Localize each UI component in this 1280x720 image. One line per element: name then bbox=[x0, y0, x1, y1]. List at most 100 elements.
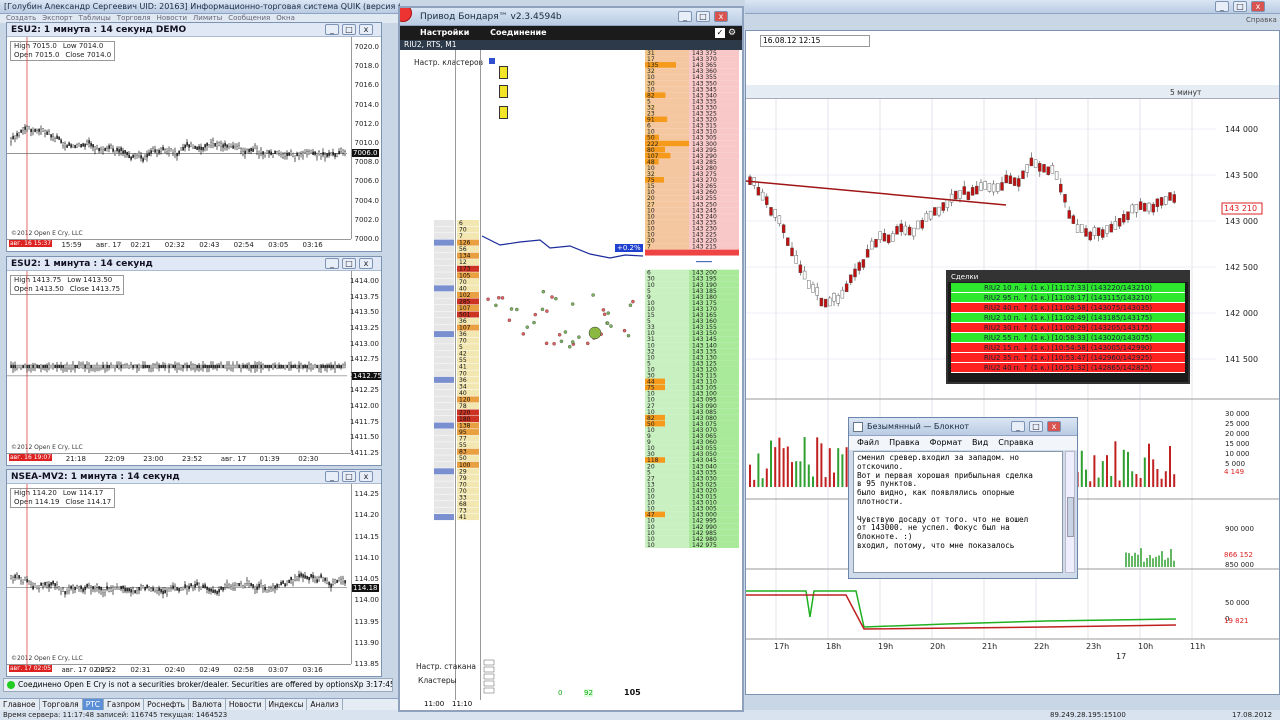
candle-body bbox=[98, 364, 100, 369]
cluster-left-cell bbox=[434, 220, 454, 227]
main-menu-item[interactable]: Таблицы bbox=[79, 14, 111, 22]
candle-body bbox=[66, 364, 68, 369]
candle-body bbox=[90, 587, 92, 591]
main-menu-item[interactable]: Создать bbox=[6, 14, 36, 22]
ask-size-cell bbox=[645, 243, 689, 250]
chart-minimize[interactable]: _ bbox=[325, 258, 339, 269]
candle-body bbox=[328, 364, 330, 369]
chart-maximize[interactable]: □ bbox=[342, 258, 356, 269]
date-box[interactable]: 16.08.12 12:15 bbox=[760, 35, 870, 47]
notepad-menu-item[interactable]: Вид bbox=[972, 438, 988, 447]
deal-row[interactable]: RIU2 10 п. ↓ (1 к.) [11:02:49] (143185/1… bbox=[951, 313, 1185, 323]
candle-body bbox=[878, 231, 882, 240]
candle-body bbox=[172, 585, 174, 589]
ladder-close[interactable]: x bbox=[714, 11, 728, 22]
notepad-scroll-thumb[interactable] bbox=[1067, 497, 1074, 537]
candle-body bbox=[266, 364, 268, 369]
chart-close[interactable]: x bbox=[359, 471, 373, 482]
candle-body bbox=[54, 138, 56, 142]
deal-row[interactable]: RIU2 15 п. ↓ (1 к.) [10:54:58] (143005/1… bbox=[951, 343, 1185, 353]
stakan-settings-label[interactable]: Настр. стакана bbox=[416, 662, 476, 671]
candle-body bbox=[242, 151, 244, 155]
notepad-menu-item[interactable]: Справка bbox=[998, 438, 1033, 447]
chart-minimize[interactable]: _ bbox=[325, 471, 339, 482]
candle-body bbox=[180, 364, 182, 369]
candle-body bbox=[180, 587, 182, 591]
candle-body bbox=[116, 147, 118, 152]
main-menu-item[interactable]: Окна bbox=[276, 14, 295, 22]
clusters-label[interactable]: Кластеры bbox=[418, 676, 457, 685]
main-menu-item[interactable]: Лимиты bbox=[193, 14, 222, 22]
candle-body bbox=[342, 578, 344, 582]
notepad-minimize[interactable]: _ bbox=[1011, 421, 1025, 432]
notepad-menu-item[interactable]: Формат bbox=[930, 438, 962, 447]
bid-price: 142 975 bbox=[692, 542, 717, 549]
candle-body bbox=[773, 209, 777, 218]
x-tick-label: 02:22 bbox=[95, 666, 117, 674]
notepad-close[interactable]: x bbox=[1047, 421, 1061, 432]
maximize-button[interactable]: □ bbox=[1233, 1, 1247, 12]
ladder-maximize[interactable]: □ bbox=[696, 11, 710, 22]
candle-body bbox=[160, 148, 162, 152]
ladder-check-icon[interactable]: ✓ bbox=[715, 28, 725, 38]
deal-row[interactable]: RIU2 35 п. ↑ (1 к.) [10:53:47] (142960/1… bbox=[951, 353, 1185, 363]
candle-body bbox=[200, 586, 202, 590]
cursor-time-label: авг. 16 19:07 bbox=[9, 454, 53, 461]
candle-body bbox=[300, 573, 302, 577]
deal-row[interactable]: RIU2 55 п. ↑ (1 к.) [10:58:33] (143020/1… bbox=[951, 333, 1185, 343]
cluster-left-cell bbox=[434, 357, 454, 364]
main-menu-item[interactable]: Торговля bbox=[117, 14, 151, 22]
candle-body bbox=[62, 142, 64, 146]
deal-row[interactable]: RIU2 95 п. ↑ (1 к.) [11:08:17] (143115/1… bbox=[951, 293, 1185, 303]
candle-body bbox=[272, 585, 274, 590]
chart-close[interactable]: x bbox=[359, 258, 373, 269]
candle-body bbox=[302, 152, 304, 156]
candle-body bbox=[42, 128, 44, 132]
candle-body bbox=[34, 583, 36, 587]
chart-minimize[interactable]: _ bbox=[325, 24, 339, 35]
candle-body bbox=[34, 128, 36, 133]
chart-close[interactable]: x bbox=[359, 24, 373, 35]
notepad-menu-item[interactable]: Файл bbox=[857, 438, 879, 447]
notepad-text-area[interactable]: сменил сревер.входил за западом. но отско… bbox=[853, 451, 1063, 573]
candle-body bbox=[238, 364, 240, 369]
deal-row[interactable]: RIU2 10 л. ↓ (1 к.) [11:17:33] (143220/1… bbox=[951, 283, 1185, 293]
candle-body bbox=[278, 150, 280, 154]
ladder-minimize[interactable]: _ bbox=[678, 11, 692, 22]
minimize-button[interactable]: _ bbox=[1215, 1, 1229, 12]
candle-body bbox=[250, 147, 252, 152]
bottom-value: 92 bbox=[584, 689, 593, 697]
volume-tick: 20 000 bbox=[1225, 430, 1250, 438]
candle-body bbox=[76, 364, 78, 369]
notepad-menu-item[interactable]: Правка bbox=[889, 438, 919, 447]
ladder-menu-connection[interactable]: Соединение bbox=[490, 28, 546, 37]
price-label: 143 210 bbox=[1224, 204, 1257, 213]
deal-row[interactable]: RIU2 30 п. ↑ (1 к.) [11:00:29] (143205/1… bbox=[951, 323, 1185, 333]
candle-body bbox=[256, 148, 258, 152]
cluster-left-cell bbox=[434, 514, 454, 521]
x-tick-label: 02:21 bbox=[130, 241, 151, 249]
help-menu[interactable]: Справка bbox=[1246, 16, 1277, 24]
deal-row[interactable]: RIU2 40 п. ↑ (1 к.) [10:51:32] (142865/1… bbox=[951, 363, 1185, 373]
candle-body bbox=[120, 585, 122, 590]
ladder-menu-settings[interactable]: Настройки bbox=[420, 28, 469, 37]
main-menu-item[interactable]: Сообщения bbox=[228, 14, 270, 22]
main-menu-item[interactable]: Новости bbox=[157, 14, 187, 22]
main-menu-item[interactable]: Экспорт bbox=[42, 14, 72, 22]
chart-maximize[interactable]: □ bbox=[342, 24, 356, 35]
close-button[interactable]: x bbox=[1251, 1, 1265, 12]
left-chart-window: ESU2: 1 минута : 14 секунд _ □ x High 1413.7… bbox=[6, 256, 382, 466]
chart-maximize[interactable]: □ bbox=[342, 471, 356, 482]
trade-dot bbox=[591, 293, 595, 297]
notepad-maximize[interactable]: □ bbox=[1029, 421, 1043, 432]
deal-row[interactable]: RIU2 40 п. ↑ (1 к.) [11:04:58] (143075/1… bbox=[951, 303, 1185, 313]
ladder-gear-icon[interactable]: ⚙ bbox=[728, 28, 738, 38]
candle-body bbox=[282, 580, 284, 584]
notepad-scrollbar[interactable] bbox=[1065, 451, 1075, 573]
candle-body bbox=[256, 364, 258, 369]
candle-body bbox=[136, 364, 138, 369]
candle-body bbox=[16, 364, 18, 369]
tab-bar: Главное Торговля РТС Газпром Роснефть Валюта Н… bbox=[0, 698, 400, 711]
candle-body bbox=[104, 147, 106, 152]
candle-body bbox=[874, 239, 878, 248]
